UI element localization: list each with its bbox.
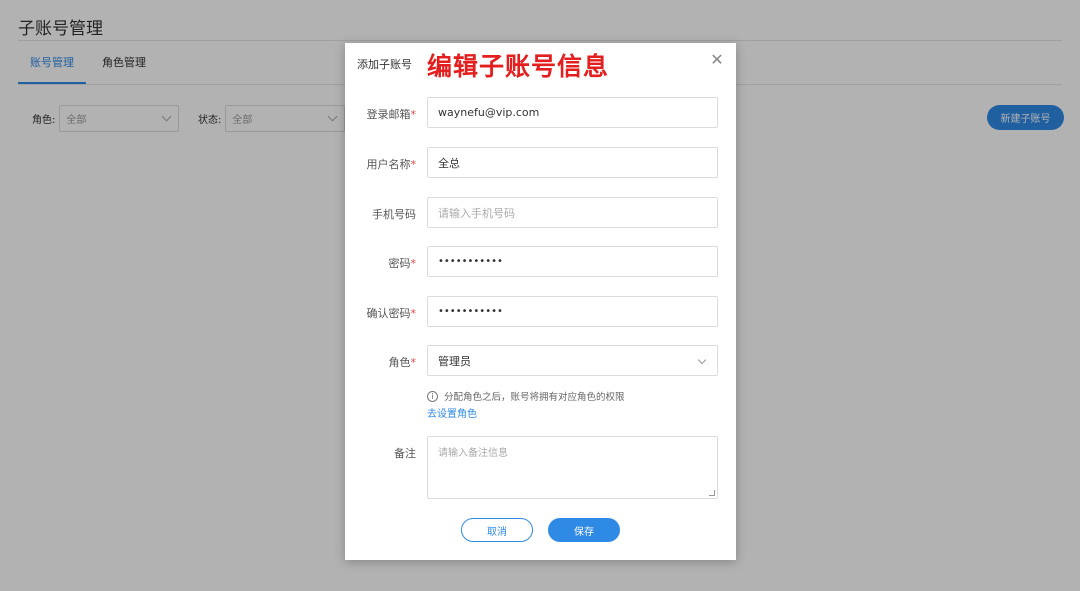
dialog-title: 添加子账号: [357, 58, 412, 71]
confirm-password-field[interactable]: •••••••••••: [427, 296, 718, 327]
phone-placeholder: 请输入手机号码: [438, 206, 515, 220]
info-icon: i: [427, 390, 438, 402]
username-value: 全总: [438, 156, 460, 170]
confirm-password-label: 确认密码*: [366, 307, 417, 320]
chevron-down-icon: [697, 355, 707, 365]
password-field[interactable]: •••••••••••: [427, 246, 718, 277]
password-label: 密码*: [388, 257, 417, 270]
phone-label: 手机号码: [372, 208, 416, 221]
role-hint-text: 分配角色之后，账号将拥有对应角色的权限: [444, 392, 625, 403]
role-value: 管理员: [438, 354, 471, 368]
add-sub-account-dialog: 添加子账号 编辑子账号信息 ✕ 登录邮箱* waynefu@vip.com 用户…: [345, 43, 736, 560]
cancel-button[interactable]: 取消: [461, 518, 533, 542]
email-field[interactable]: waynefu@vip.com: [427, 97, 718, 128]
password-value: •••••••••••: [438, 256, 503, 267]
confirm-password-value: •••••••••••: [438, 306, 503, 317]
note-placeholder: 请输入备注信息: [438, 448, 508, 459]
email-value: waynefu@vip.com: [438, 106, 540, 119]
role-label: 角色*: [388, 356, 417, 369]
role-select[interactable]: 管理员: [427, 345, 718, 376]
save-button[interactable]: 保存: [548, 518, 620, 542]
note-textarea[interactable]: 请输入备注信息: [427, 436, 718, 499]
phone-field[interactable]: 请输入手机号码: [427, 197, 718, 228]
set-role-link[interactable]: 去设置角色: [427, 405, 477, 420]
close-icon[interactable]: ✕: [708, 51, 726, 69]
username-field[interactable]: 全总: [427, 147, 718, 178]
resize-handle-icon[interactable]: [709, 490, 715, 496]
annotation-title: 编辑子账号信息: [427, 52, 610, 81]
note-label: 备注: [394, 447, 416, 460]
role-hint: i 分配角色之后，账号将拥有对应角色的权限: [427, 389, 625, 403]
username-label: 用户名称*: [366, 158, 417, 171]
email-label: 登录邮箱*: [366, 108, 417, 121]
